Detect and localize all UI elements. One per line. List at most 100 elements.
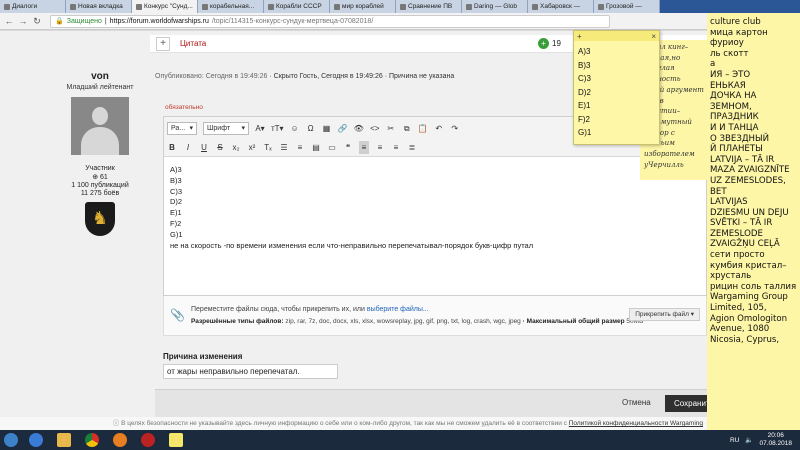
browser-tab[interactable]: Сравнение ПВ <box>396 0 462 13</box>
taskbar-explorer[interactable] <box>50 430 78 450</box>
taskbar-media[interactable] <box>106 430 134 450</box>
taskbar-chrome[interactable] <box>78 430 106 450</box>
sticky-line: ЗЕМНОМ, <box>710 101 752 112</box>
cancel-button[interactable]: Отмена <box>622 398 651 407</box>
attach-other-button[interactable]: Прикрепить файл ▾ <box>629 308 700 321</box>
subscript-icon[interactable]: x₂ <box>231 141 241 154</box>
link-icon[interactable]: 🔗 <box>338 122 348 135</box>
text-color-icon[interactable]: A▾ <box>255 122 265 135</box>
start-button[interactable] <box>0 430 22 450</box>
sticky-notes-icon <box>169 433 183 447</box>
editor-line: A)3 <box>170 165 182 174</box>
url-input[interactable]: 🔒 Защищено | https://forum.worldofwarshi… <box>50 14 610 28</box>
browser-tab[interactable]: мир кораблей <box>330 0 396 13</box>
align-justify-icon[interactable]: ≣ <box>407 141 417 154</box>
clear-format-icon[interactable]: Tₓ <box>263 141 273 154</box>
browser-tab[interactable]: Корабли СССР <box>264 0 330 13</box>
add-note-icon[interactable]: + <box>577 32 582 41</box>
sticky-line: Limited, 105, <box>710 303 767 314</box>
secure-label: Защищено <box>66 17 102 25</box>
source-icon[interactable]: <> <box>370 122 380 135</box>
editor-line: B)3 <box>170 175 182 185</box>
avatar[interactable] <box>71 97 129 155</box>
preview-icon[interactable]: 👁 <box>354 122 364 135</box>
align-right-icon[interactable]: ≡ <box>391 141 401 154</box>
back-icon[interactable]: ← <box>4 16 14 26</box>
font-select[interactable]: Шрифт ▾ <box>203 121 249 135</box>
bullet-list-icon[interactable]: ☰ <box>279 141 289 154</box>
save-button[interactable]: Сохранить <box>665 395 709 412</box>
sticky-line: кумбия кристал– <box>710 260 787 271</box>
taskbar-wows[interactable] <box>134 430 162 450</box>
taskbar-ie[interactable] <box>22 430 50 450</box>
sticky-line: C)3 <box>578 74 591 83</box>
reload-icon[interactable]: ↻ <box>32 16 42 27</box>
emoji-icon[interactable]: ☺ <box>290 122 300 135</box>
close-icon[interactable]: × <box>651 32 656 41</box>
sticky-note-right[interactable]: culture club мица картон фуриоу ль скотт а ИЯ… <box>707 13 800 430</box>
browser-tab[interactable]: корабельная... <box>198 0 264 13</box>
paste-icon[interactable]: 📋 <box>418 122 428 135</box>
copy-icon[interactable]: ⧉ <box>402 122 412 135</box>
redo-icon[interactable]: ↷ <box>450 122 460 135</box>
input-language[interactable]: RU <box>730 437 739 444</box>
format-select[interactable]: Ра... ▾ <box>167 121 197 135</box>
clan-emblem-icon[interactable]: ♞ <box>85 202 115 236</box>
font-size-icon[interactable]: ᴛT▾ <box>271 122 284 135</box>
strike-icon[interactable]: S <box>215 141 225 154</box>
volume-icon[interactable]: 🔈 <box>745 436 753 444</box>
editor-line: E)1 <box>170 208 182 218</box>
author-battles: 11 275 боёв <box>80 190 120 197</box>
forward-icon[interactable]: → <box>18 16 28 26</box>
bold-icon[interactable]: B <box>167 141 177 154</box>
browser-tab[interactable]: Диалоги <box>0 0 66 13</box>
special-char-icon[interactable]: Ω <box>306 122 316 135</box>
url-separator: | <box>104 17 107 25</box>
numbered-list-icon[interactable]: ≡ <box>295 141 305 154</box>
superscript-icon[interactable]: x² <box>247 141 257 154</box>
browser-tab[interactable]: Конкурс "Сунд... <box>132 0 198 13</box>
multiquote-button[interactable]: + <box>156 36 170 51</box>
reputation-counter[interactable]: + 19 <box>538 38 561 49</box>
browser-tab[interactable]: Новая вкладка <box>66 0 132 13</box>
folder-icon <box>57 433 71 447</box>
spoiler-icon[interactable]: ▤ <box>311 141 321 154</box>
browser-tab[interactable]: Грозовой — <box>594 0 660 13</box>
lock-icon: 🔒 <box>55 18 64 25</box>
taskbar-notes[interactable] <box>162 430 190 450</box>
quote-icon[interactable]: ❝ <box>343 141 353 154</box>
form-actions: Отмена Сохранить <box>155 389 709 417</box>
quote-button[interactable]: Цитата <box>180 39 206 48</box>
italic-icon[interactable]: I <box>183 141 193 154</box>
table-icon[interactable]: ▦ <box>322 122 332 135</box>
undo-icon[interactable]: ↶ <box>434 122 444 135</box>
reputation-value: 19 <box>552 39 561 48</box>
taskbar: RU 🔈 20:06 07.08.2018 <box>0 430 800 450</box>
clock[interactable]: 20:06 07.08.2018 <box>759 432 792 448</box>
underline-icon[interactable]: U <box>199 141 209 154</box>
sticky-note-top[interactable]: + × A)3 B)3 C)3 D)2 E)1 F)2 G)1 <box>573 30 660 145</box>
tab-label: Конкурс "Сунд... <box>144 3 193 10</box>
align-center-icon[interactable]: ≡ <box>375 141 385 154</box>
choose-files-link[interactable]: выберите файлы... <box>367 306 429 313</box>
editor-content[interactable]: A)3 B)3 C)3 D)2 E)1 F)2 G)1 не на скорость -по … <box>164 157 706 259</box>
cut-icon[interactable]: ✂ <box>386 122 396 135</box>
posted-time: Опубликовано: Сегодня в 19:49:26 <box>155 73 268 80</box>
browser-tab[interactable]: Хабаровск — <box>528 0 594 13</box>
edit-reason-input[interactable]: от жары неправильно перепечатал. <box>163 364 338 379</box>
plus-icon: + <box>538 38 549 49</box>
browser-tab[interactable]: Daring — Glob <box>462 0 528 13</box>
windows-icon <box>4 433 18 447</box>
tab-label: Диалоги <box>12 3 38 10</box>
sticky-line: ZVAIGŽŅU CEĻĀ <box>710 239 780 250</box>
code-icon[interactable]: ▭ <box>327 141 337 154</box>
sticky-line: B)3 <box>578 60 591 70</box>
privacy-policy-link[interactable]: Политикой конфиденциальности Wargaming <box>569 420 703 427</box>
attach-area[interactable]: 📎 Переместите файлы сюда, чтобы прикрепи… <box>163 296 707 336</box>
favicon-icon <box>466 3 472 10</box>
sticky-line: E)1 <box>578 101 591 110</box>
align-left-icon[interactable]: ≡ <box>359 140 369 154</box>
author-posts: 1 100 публикаций <box>71 182 129 189</box>
author-name[interactable]: von <box>55 71 145 82</box>
avatar-head-shape <box>92 107 108 125</box>
